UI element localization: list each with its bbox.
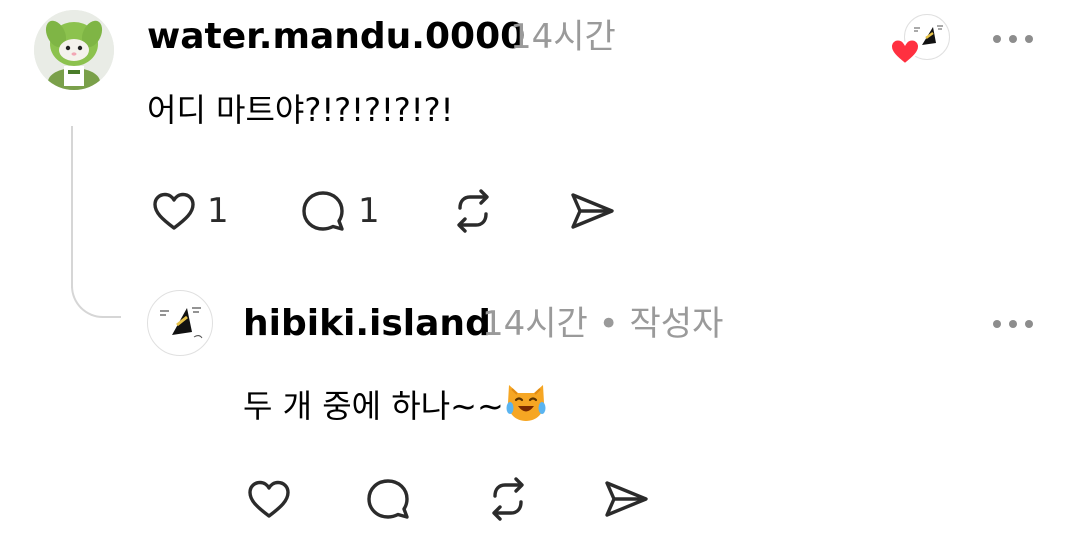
author-badge: 작성자 [629,304,724,344]
author-liked-heart-icon [889,38,921,66]
comment-username[interactable]: water.mandu.0000 [147,15,525,59]
avatar-plush-image [34,10,114,90]
sketch-logo-icon [160,307,203,339]
repost-button[interactable] [482,473,534,525]
meta-separator: • [598,304,619,344]
more-dot [993,320,1001,328]
thread-line [71,126,73,288]
cat-laughing-emoji-icon [506,385,546,421]
send-icon [571,193,614,229]
reply-button[interactable] [362,473,414,525]
heart-icon [248,480,290,518]
send-icon [605,481,648,517]
reply-text-line: 두 개 중에 하나~~ [243,381,548,428]
more-options-button[interactable] [993,33,1033,45]
share-button[interactable] [600,473,652,525]
reply-text: 두 개 중에 하나~~ [243,387,504,425]
more-dot [1009,35,1017,43]
avatar-water-mandu[interactable] [34,10,114,90]
more-dot [1025,320,1033,328]
reply-username[interactable]: hibiki.island [243,302,491,346]
repost-icon [492,477,524,521]
reply-meta: 14시간 • 작성자 [482,302,723,346]
like-count: 1 [207,191,229,231]
more-dot [1025,35,1033,43]
more-dot [1009,320,1017,328]
comment-bubble-icon [367,479,409,519]
comment-bubble-icon [302,191,344,231]
more-options-button[interactable] [993,318,1033,330]
heart-icon [153,192,195,230]
avatar-hibiki-island[interactable] [147,290,213,356]
like-button[interactable] [148,185,200,237]
repost-icon [457,189,489,233]
reply-count: 1 [358,191,380,231]
like-button[interactable] [243,473,295,525]
reply-button[interactable] [297,185,349,237]
repost-button[interactable] [447,185,499,237]
reply-timestamp: 14시간 [482,304,588,344]
comment-timestamp: 14시간 [510,17,616,57]
comment-text: 어디 마트야?!?!?!?!?! [147,91,454,129]
share-button[interactable] [566,185,618,237]
thread-line-curve [71,268,121,318]
more-dot [993,35,1001,43]
